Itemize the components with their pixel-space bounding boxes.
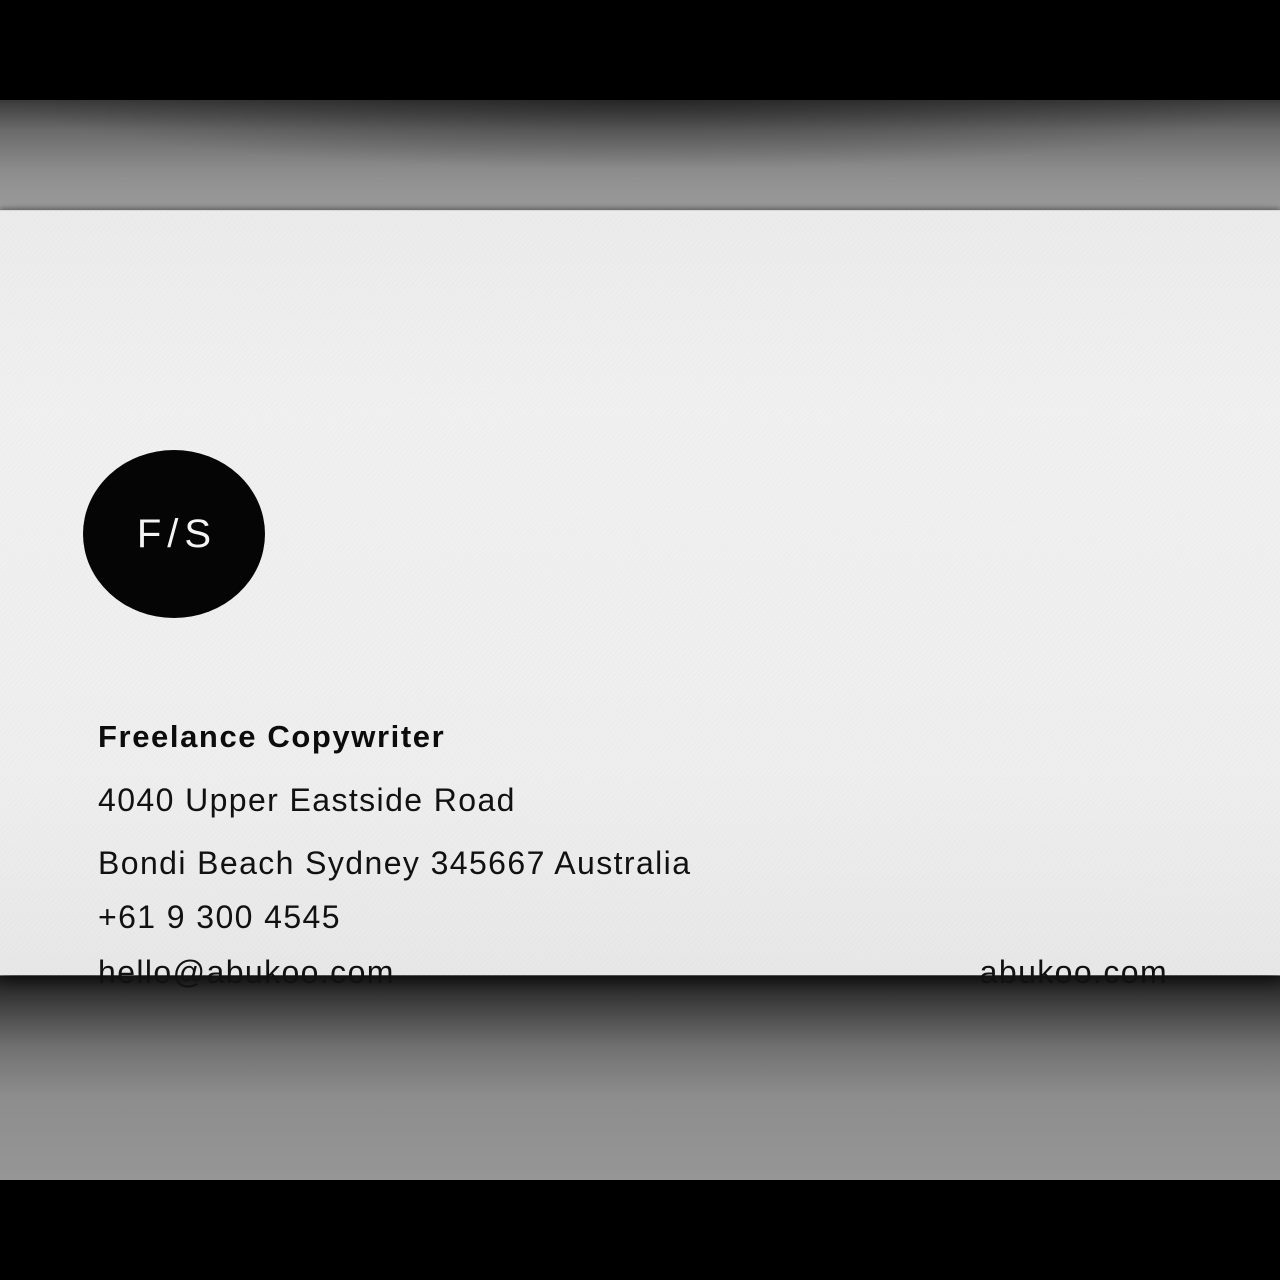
logo-circle: F/S [83, 450, 265, 618]
logo-monogram: F/S [136, 511, 218, 556]
business-card: F/S Freelance Copywriter 4040 Upper East… [0, 210, 1280, 990]
backdrop-shadow-top [0, 100, 1280, 210]
phone-number: +61 9 300 4545 [98, 899, 341, 935]
address-line-1: 4040 Upper Eastside Road [98, 782, 516, 818]
job-title: Freelance Copywriter [98, 719, 446, 754]
email-address: hello@abukoo.com [98, 954, 395, 990]
website-url: abukoo.com [979, 954, 1168, 990]
address-line-2: Bondi Beach Sydney 345667 Australia [98, 845, 692, 881]
backdrop-shadow-bottom [0, 976, 1280, 1180]
photo: F/S Freelance Copywriter 4040 Upper East… [0, 100, 1280, 1180]
